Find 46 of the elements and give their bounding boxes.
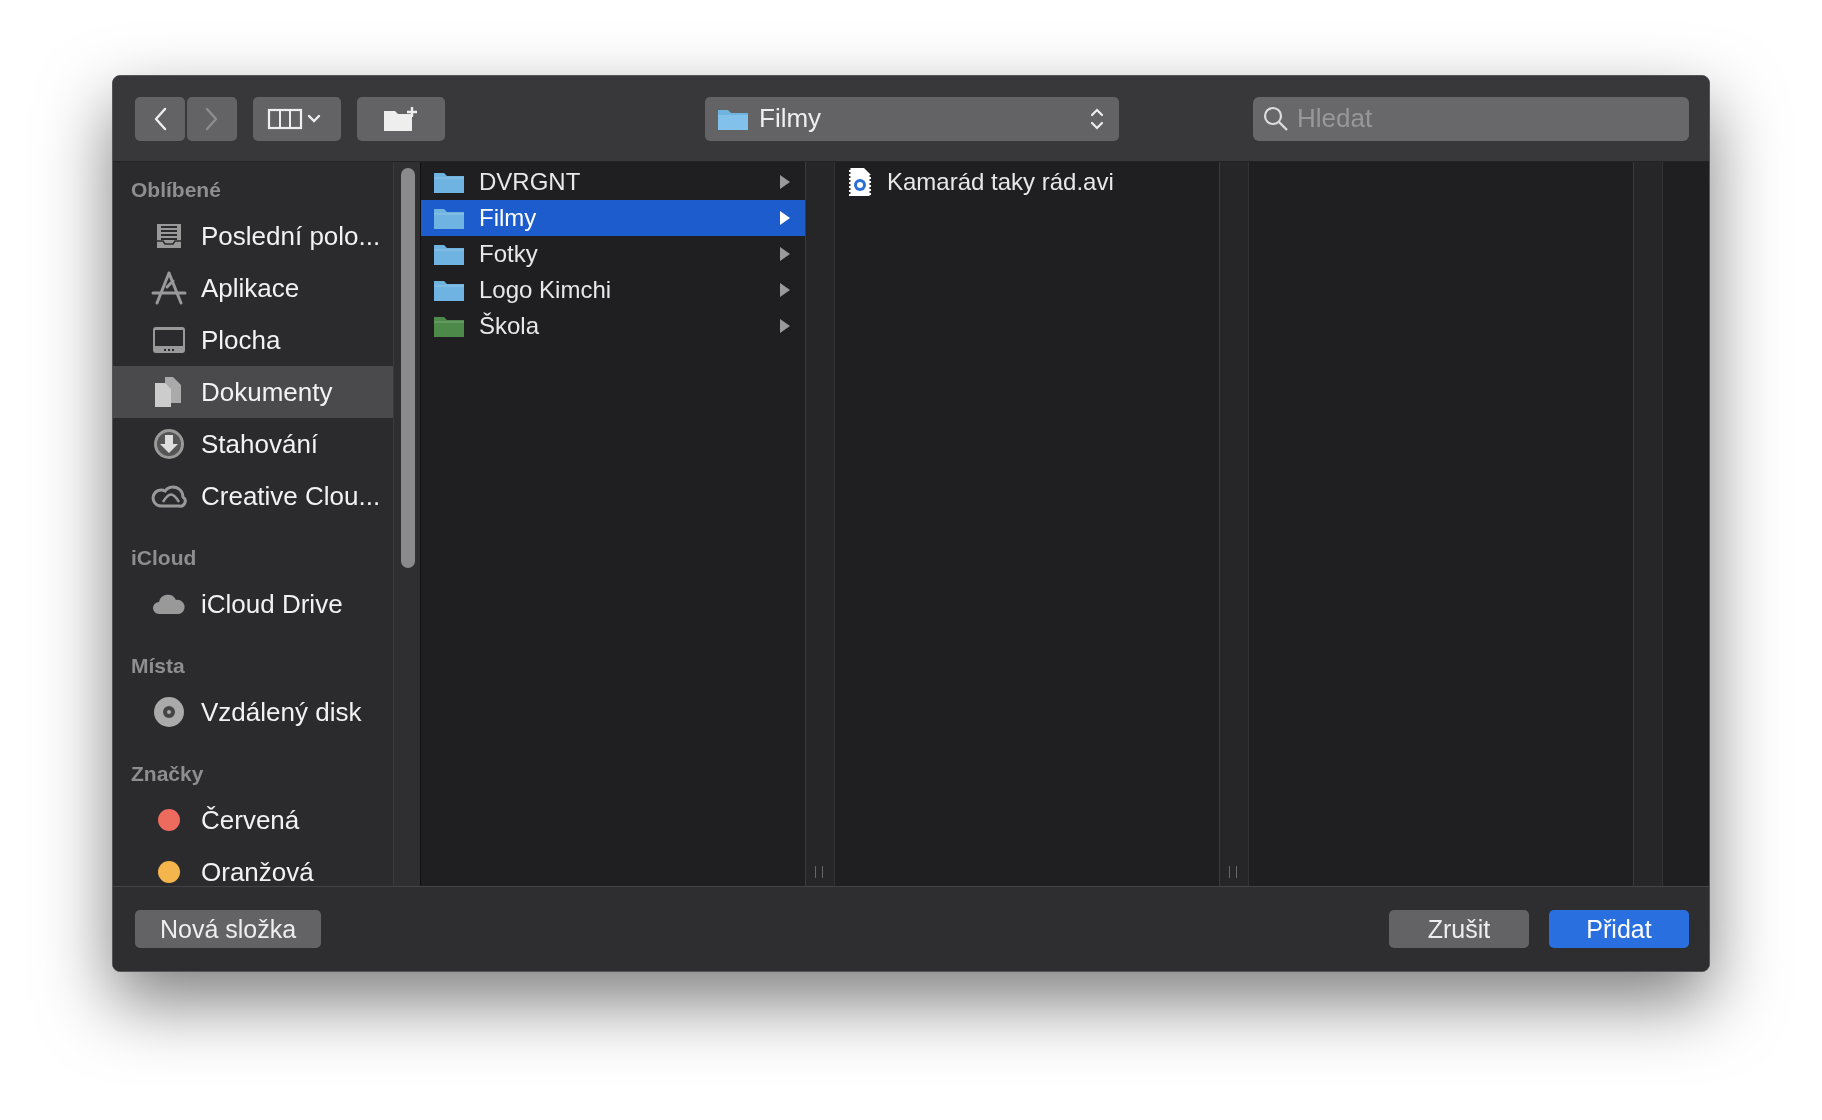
column-resize-handle[interactable] <box>1219 162 1249 886</box>
folder-plus-icon <box>382 104 420 133</box>
sidebar-item[interactable]: Červená <box>113 794 393 846</box>
path-popup[interactable]: Filmy <box>705 96 1119 141</box>
new-folder-button[interactable] <box>357 96 445 141</box>
desktop-icon <box>151 325 187 355</box>
sidebar-item[interactable]: Aplikace <box>113 262 393 314</box>
file-row[interactable]: Logo Kimchi <box>421 272 805 308</box>
sidebar-item[interactable]: Poslední polo... <box>113 210 393 262</box>
sidebar-item[interactable]: Oranžová <box>113 846 393 886</box>
add-button[interactable]: Přidat <box>1549 910 1689 948</box>
file-row[interactable]: DVRGNT <box>421 164 805 200</box>
cancel-button[interactable]: Zrušit <box>1389 910 1529 948</box>
disclosure-arrow-icon <box>779 282 791 298</box>
sidebar-item[interactable]: Creative Clou... <box>113 470 393 522</box>
file-row[interactable]: Kamarád taky rád.avi <box>835 164 1219 200</box>
disclosure-arrow-icon <box>779 174 791 190</box>
sidebar-section-title: Místa <box>130 653 186 679</box>
download-icon <box>152 427 186 461</box>
disclosure-arrow-icon <box>779 210 791 226</box>
video-file-icon <box>847 167 873 197</box>
view-mode-button[interactable] <box>253 96 341 141</box>
disclosure-arrow-icon <box>779 246 791 262</box>
file-row[interactable]: Filmy <box>421 200 805 236</box>
scrollbar-thumb[interactable] <box>401 168 415 568</box>
new-folder-button[interactable]: Nová složka <box>135 910 322 948</box>
chevron-left-icon <box>153 106 167 131</box>
app-store-icon <box>151 271 187 305</box>
column-resize-handle[interactable] <box>805 162 835 886</box>
column-resize-handle[interactable] <box>1633 162 1663 886</box>
chevron-right-icon <box>205 106 219 131</box>
sidebar-item[interactable]: Plocha <box>113 314 393 366</box>
file-row[interactable]: Škola <box>421 308 805 344</box>
disc-icon <box>152 695 186 729</box>
sidebar-item[interactable]: iCloud Drive <box>113 578 393 630</box>
sidebar-item[interactable]: Dokumenty <box>113 366 393 418</box>
sidebar-section-title: Oblíbené <box>130 177 222 203</box>
disclosure-arrow-icon <box>779 318 791 334</box>
sidebar-item[interactable]: Vzdálený disk <box>113 686 393 738</box>
sidebar-section-title: Značky <box>130 761 205 787</box>
search-icon <box>1263 105 1289 132</box>
sidebar-section-title: iCloud <box>130 545 198 571</box>
sidebar-item[interactable]: Stahování <box>113 418 393 470</box>
file-row[interactable]: Fotky <box>421 236 805 272</box>
cloud-icon <box>151 592 187 616</box>
back-button[interactable] <box>135 96 185 141</box>
